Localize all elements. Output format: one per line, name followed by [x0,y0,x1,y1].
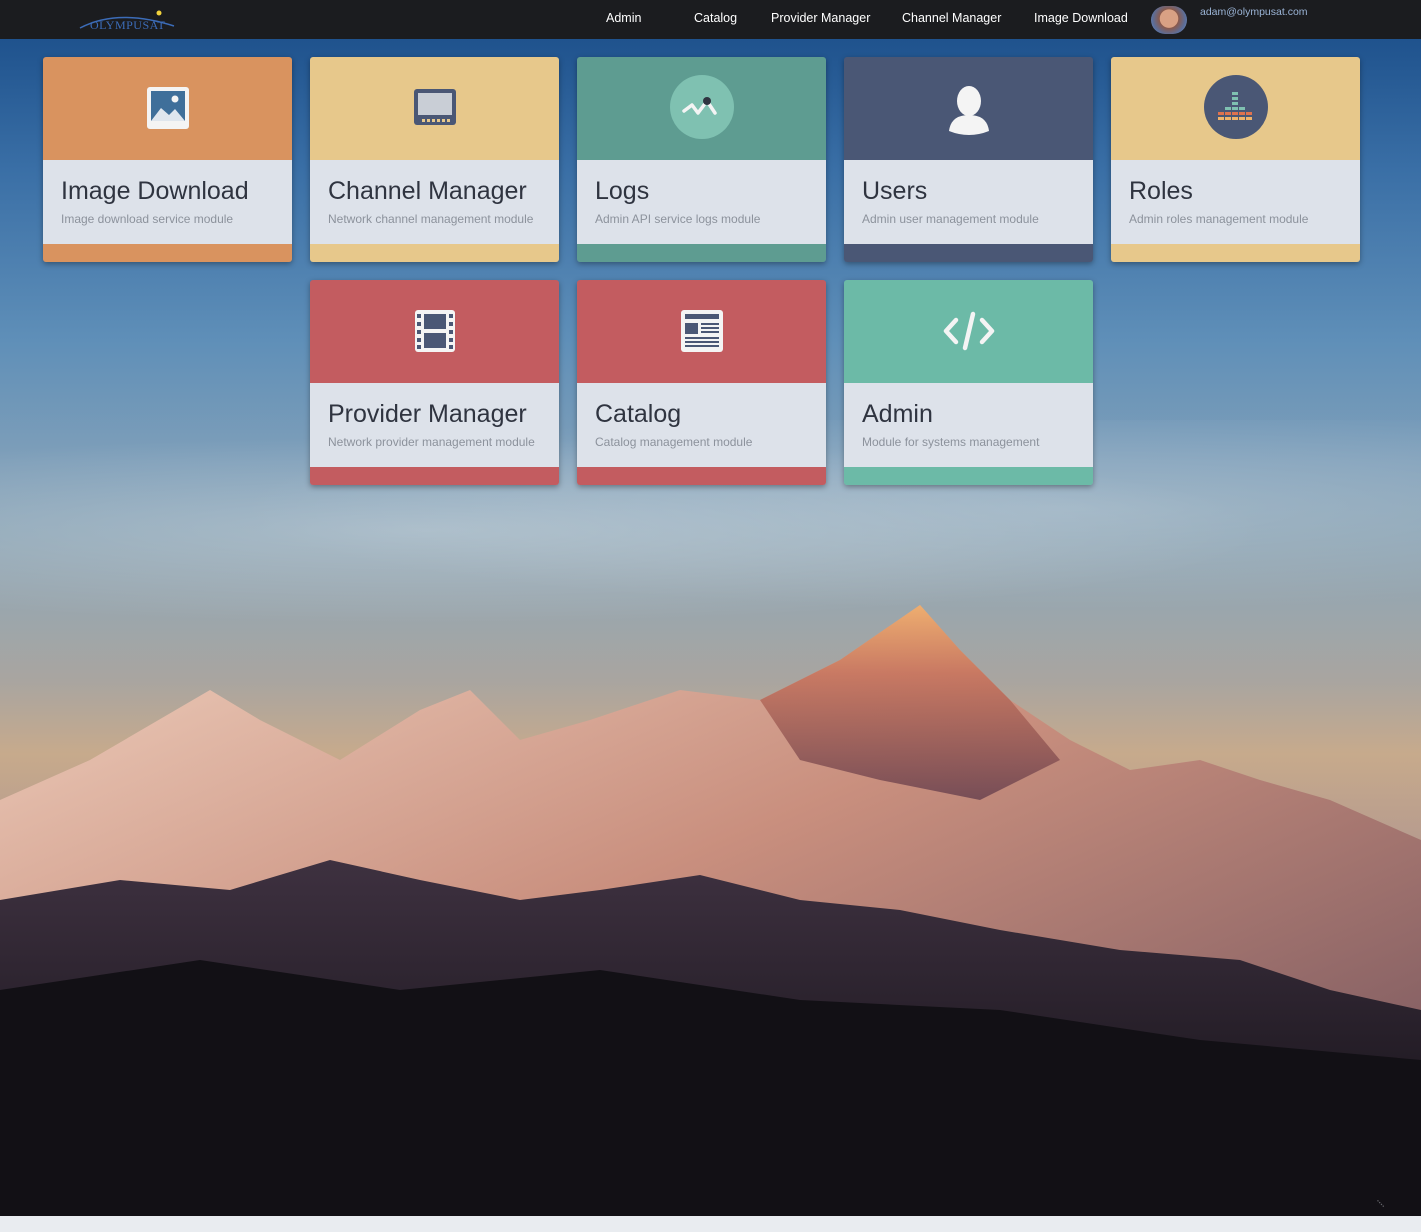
tile-users[interactable]: Users Admin user management module [844,57,1093,262]
tile-title: Users [862,177,928,205]
tile-header [577,280,826,383]
tile-body: Users Admin user management module [844,160,1093,244]
tile-admin[interactable]: Admin Module for systems management [844,280,1093,485]
tile-provider-manager[interactable]: Provider Manager Network provider manage… [310,280,559,485]
tile-footer [577,467,826,485]
user-avatar[interactable] [1151,6,1187,34]
tile-description: Admin roles management module [1129,212,1309,226]
tile-title: Roles [1129,177,1193,205]
tile-body: Logs Admin API service logs module [577,160,826,244]
nav-link-image-download[interactable]: Image Download [1034,11,1128,25]
tile-title: Admin [862,400,933,428]
activity-icon [669,75,735,141]
tile-title: Logs [595,177,650,205]
tile-description: Module for systems management [862,435,1040,449]
nav-link-admin[interactable]: Admin [606,11,641,25]
user-icon [936,75,1002,141]
tile-footer [310,244,559,262]
bottom-strip [0,1216,1421,1232]
tile-body: Channel Manager Network channel manageme… [310,160,559,244]
tile-footer [43,244,292,262]
tile-header [43,57,292,160]
olympusat-logo[interactable]: OLYMPUSAT [78,8,178,34]
tile-image-download[interactable]: Image Download Image download service mo… [43,57,292,262]
tile-header [577,57,826,160]
tile-body: Image Download Image download service mo… [43,160,292,244]
tile-footer [844,467,1093,485]
tile-footer [310,467,559,485]
tile-catalog[interactable]: Catalog Catalog management module [577,280,826,485]
user-email[interactable]: adam@olympusat.com [1200,6,1308,18]
tile-header [310,280,559,383]
monitor-icon [402,75,468,141]
tile-description: Admin API service logs module [595,212,761,226]
tile-body: Catalog Catalog management module [577,383,826,467]
nav-link-provider-manager[interactable]: Provider Manager [771,11,870,25]
tile-title: Provider Manager [328,400,527,428]
tile-description: Image download service module [61,212,234,226]
tile-body: Roles Admin roles management module [1111,160,1360,244]
tile-header [844,280,1093,383]
tile-description: Network channel management module [328,212,534,226]
film-icon [402,298,468,364]
tile-description: Catalog management module [595,435,753,449]
tile-header [1111,57,1360,160]
logo-text: OLYMPUSAT [90,18,166,32]
tile-title: Channel Manager [328,177,527,205]
tile-roles[interactable]: Roles Admin roles management module [1111,57,1360,262]
top-nav-bar: OLYMPUSAT Admin Catalog Provider Manager… [0,0,1421,39]
tile-header [844,57,1093,160]
tile-footer [844,244,1093,262]
nav-link-channel-manager[interactable]: Channel Manager [902,11,1001,25]
tile-footer [1111,244,1360,262]
nav-link-catalog[interactable]: Catalog [694,11,737,25]
newspaper-icon [669,298,735,364]
tile-body: Admin Module for systems management [844,383,1093,467]
image-icon [135,75,201,141]
tile-title: Catalog [595,400,682,428]
tile-description: Network provider management module [328,435,535,449]
code-icon [936,298,1002,364]
tile-body: Provider Manager Network provider manage… [310,383,559,467]
tile-header [310,57,559,160]
tile-logs[interactable]: Logs Admin API service logs module [577,57,826,262]
tile-footer [577,244,826,262]
tile-description: Admin user management module [862,212,1039,226]
equalizer-icon [1203,75,1269,141]
tile-channel-manager[interactable]: Channel Manager Network channel manageme… [310,57,559,262]
tile-title: Image Download [61,177,249,205]
